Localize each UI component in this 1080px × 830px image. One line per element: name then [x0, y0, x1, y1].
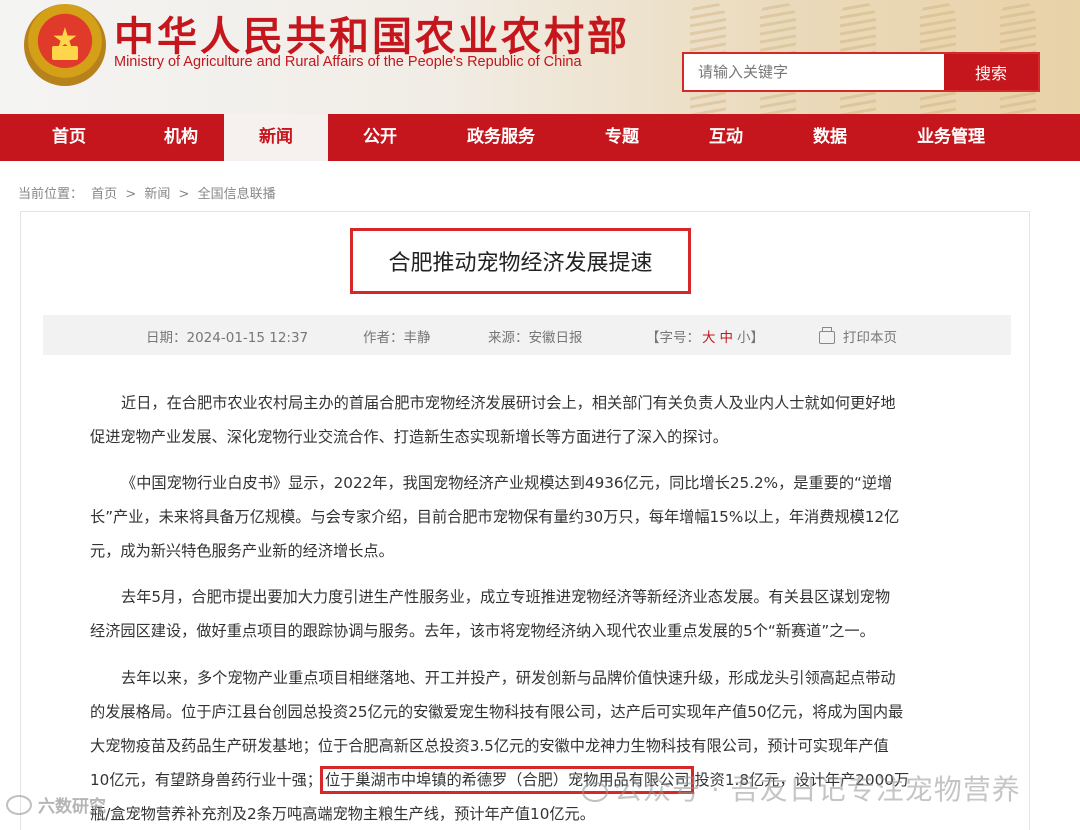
nav-item-public[interactable]: 公开 — [328, 114, 432, 161]
article-title: 合肥推动宠物经济发展提速 — [388, 251, 653, 276]
paragraph-line: 促进宠物产业发展、深化宠物行业交流合作、打造新生态实现新增长等方面进行了深入的探… — [90, 428, 728, 446]
national-emblem-logo[interactable]: ★ — [24, 4, 106, 86]
font-size-large[interactable]: 大 — [702, 330, 716, 346]
site-header: ★ 中华人民共和国农业农村部 Ministry of Agriculture a… — [0, 0, 1080, 114]
paragraph-line: 去年以来，多个宠物产业重点项目相继落地、开工并投产，研发创新与品牌价值快速升级，… — [121, 669, 896, 687]
search-box: 搜索 — [682, 52, 1040, 92]
article-paragraph: 近日，在合肥市农业农村局主办的首届合肥市宠物经济发展研讨会上，相关部门有关负责人… — [90, 386, 970, 454]
paragraph-line: 去年5月，合肥市提出要加大力度引进生产性服务业，成立专班推进宠物经济等新经济业态… — [121, 588, 891, 606]
article-paragraph: 去年5月，合肥市提出要加大力度引进生产性服务业，成立专班推进宠物经济等新经济业态… — [90, 580, 970, 648]
breadcrumb-prefix: 当前位置： — [18, 187, 84, 202]
tiananmen-icon — [52, 46, 78, 60]
printer-icon — [819, 327, 835, 344]
nav-item-interaction[interactable]: 互动 — [674, 114, 778, 161]
title-highlight-box: 合肥推动宠物经济发展提速 — [350, 228, 691, 294]
article-paragraph: 《中国宠物行业白皮书》显示，2022年，我国宠物经济产业规模达到4936亿元，同… — [90, 466, 970, 568]
nav-item-organization[interactable]: 机构 — [138, 114, 224, 161]
breadcrumb-separator: > — [125, 187, 137, 202]
font-size-label: 【字号： — [646, 330, 700, 346]
paragraph-line: 经济园区建设，做好重点项目的跟踪协调与服务。去年，该市将宠物经济纳入现代农业重点… — [90, 622, 875, 640]
font-size-control: 【字号：大中小】 — [646, 326, 766, 346]
search-button[interactable]: 搜索 — [944, 54, 1038, 90]
article-date: 日期：2024-01-15 12:37 — [146, 330, 309, 346]
nav-item-government-services[interactable]: 政务服务 — [432, 114, 570, 161]
nav-item-topics[interactable]: 专题 — [570, 114, 674, 161]
print-label: 打印本页 — [843, 330, 897, 346]
article-meta-bar: 日期：2024-01-15 12:37 作者：丰静 来源：安徽日报 【字号：大中… — [43, 315, 1011, 355]
site-subtitle: Ministry of Agriculture and Rural Affair… — [114, 54, 582, 70]
wechat-icon — [6, 795, 32, 815]
print-button[interactable]: 打印本页 — [819, 326, 897, 346]
nav-item-business-management[interactable]: 业务管理 — [882, 114, 1020, 161]
paragraph-line: 近日，在合肥市农业农村局主办的首届合肥市宠物经济发展研讨会上，相关部门有关负责人… — [121, 394, 896, 412]
main-nav: 首页 机构 新闻 公开 政务服务 专题 互动 数据 业务管理 — [0, 114, 1080, 161]
breadcrumb-home[interactable]: 首页 — [91, 187, 117, 202]
breadcrumb-separator: > — [178, 187, 190, 202]
watermark-label: 公众号 · 吾友日记专注宠物营养 — [614, 773, 1021, 806]
breadcrumb-news[interactable]: 新闻 — [144, 187, 170, 202]
nav-item-home[interactable]: 首页 — [0, 114, 138, 161]
search-input[interactable] — [684, 54, 944, 90]
font-size-small[interactable]: 小】 — [737, 330, 764, 346]
article-author: 作者：丰静 — [363, 330, 431, 346]
paragraph-line: 元，成为新兴特色服务产业新的经济增长点。 — [90, 542, 394, 560]
paragraph-line: 的发展格局。位于庐江县台创园总投资25亿元的安徽爱宠生物科技有限公司，达产后可实… — [90, 703, 904, 721]
watermark-corner-label: 六数研究 — [38, 797, 106, 817]
watermark-corner: 六数研究 — [6, 792, 106, 817]
wechat-icon — [582, 782, 608, 802]
watermark-text: 公众号 · 吾友日记专注宠物营养 — [582, 768, 1021, 808]
breadcrumb: 当前位置： 首页 > 新闻 > 全国信息联播 — [18, 183, 280, 202]
nav-item-news[interactable]: 新闻 — [224, 114, 328, 161]
font-size-medium[interactable]: 中 — [720, 330, 734, 346]
nav-item-data[interactable]: 数据 — [778, 114, 882, 161]
breadcrumb-national-news[interactable]: 全国信息联播 — [198, 187, 276, 202]
paragraph-line: 《中国宠物行业白皮书》显示，2022年，我国宠物经济产业规模达到4936亿元，同… — [121, 474, 893, 492]
paragraph-line: 长”产业，未来将具备万亿规模。与会专家介绍，目前合肥市宠物保有量约30万只，每年… — [90, 508, 900, 526]
line-text: 10亿元，有望跻身兽药行业十强； — [90, 771, 322, 789]
paragraph-line: 大宠物疫苗及药品生产研发基地；位于合肥高新区总投资3.5亿元的安徽中龙神力生物科… — [90, 737, 889, 755]
article-source: 来源：安徽日报 — [488, 330, 583, 346]
